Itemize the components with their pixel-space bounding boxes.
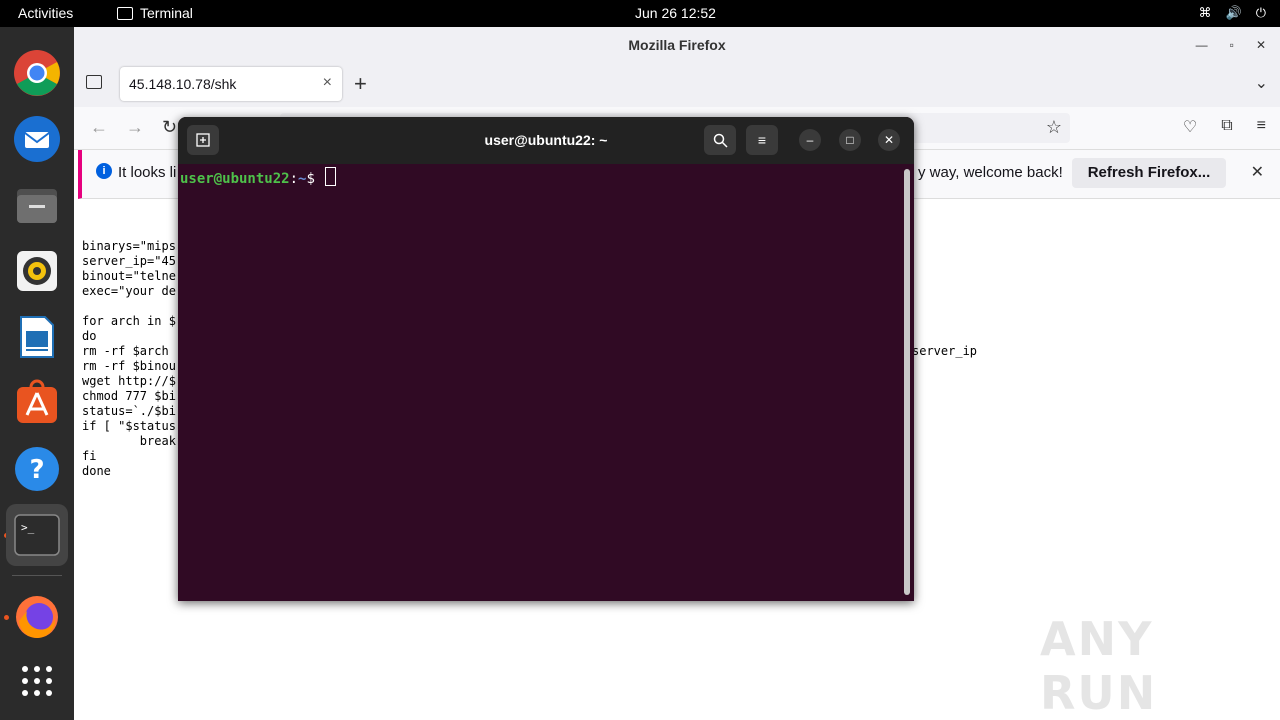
show-apps-icon[interactable] [13,657,61,705]
app-name: Terminal [140,5,193,21]
writer-icon[interactable] [13,313,61,361]
thunderbird-icon[interactable] [13,115,61,163]
script-text-tail: server_ip [912,344,978,358]
firefox-view-icon[interactable] [86,75,102,89]
help-icon[interactable]: ? [13,445,61,493]
rhythmbox-icon[interactable] [13,247,61,295]
prompt-user: user@ubuntu22 [180,171,290,187]
page-content: binarys="mips server_ip="45 binout="teln… [82,209,977,524]
close-icon[interactable]: ✕ [1256,27,1266,63]
menu-icon[interactable]: ≡ [1257,117,1266,137]
activities-button[interactable]: Activities [18,5,73,21]
maximize-icon[interactable]: ▫ [1230,27,1234,63]
dock-separator [12,575,62,576]
notice-close-icon[interactable]: ✕ [1251,162,1264,182]
volume-icon[interactable]: 🔊 [1226,5,1242,21]
back-icon[interactable]: ← [90,117,108,138]
extensions-icon[interactable]: ⧉ [1221,117,1232,137]
tab-close-icon[interactable]: × [323,74,332,92]
tab-title: 45.148.10.78/shk [129,76,237,92]
chevron-down-icon[interactable]: ⌄ [1255,73,1268,93]
anyrun-watermark: ANY RUN [1040,612,1158,720]
scrollbar[interactable] [904,169,910,595]
forward-icon[interactable]: → [126,117,144,138]
refresh-firefox-button[interactable]: Refresh Firefox... [1072,158,1226,188]
svg-text:>_: >_ [21,521,35,534]
terminal-window: user@ubuntu22: ~ ≡ – □ ✕ user@ubuntu22:~… [178,117,914,601]
terminal-icon [117,6,133,20]
hamburger-menu-icon[interactable]: ≡ [746,125,778,155]
terminal-icon[interactable]: >_ [6,504,68,566]
files-icon[interactable] [13,181,61,229]
firefox-running-indicator [4,615,9,620]
notice-text-end: y way, welcome back! [918,164,1063,181]
firefox-titlebar: Mozilla Firefox — ▫ ✕ [74,27,1280,63]
notice-text-start: It looks li [118,164,177,181]
search-icon[interactable] [704,125,736,155]
app-menu[interactable]: Terminal [117,5,193,21]
top-bar: Activities Terminal Jun 26 12:52 ⌘ 🔊 ⏻ [0,0,1280,27]
text-cursor [325,167,337,186]
firefox-icon[interactable] [13,593,61,641]
tab-strip: 45.148.10.78/shk × + ⌄ [74,63,1280,107]
minimize-icon[interactable]: — [1196,27,1208,63]
close-icon[interactable]: ✕ [878,129,900,151]
tab-active[interactable]: 45.148.10.78/shk × [120,67,342,101]
info-icon: i [96,163,112,179]
dock: ? >_ [0,27,74,720]
script-text: binarys="mips server_ip="45 binout="teln… [82,239,176,478]
prompt-symbol: $ [306,171,315,187]
network-icon[interactable]: ⌘ [1199,5,1212,21]
window-title: Mozilla Firefox [628,37,726,53]
prompt-separator: : [289,171,299,187]
bookmark-star-icon[interactable]: ☆ [1046,117,1062,138]
minimize-icon[interactable]: – [799,129,821,151]
system-tray[interactable]: ⌘ 🔊 ⏻ [1199,5,1266,21]
new-tab-icon[interactable]: + [354,71,367,97]
clock[interactable]: Jun 26 12:52 [635,5,716,21]
power-icon[interactable]: ⏻ [1256,5,1266,21]
reload-icon[interactable]: ↻ [162,117,177,138]
chrome-icon[interactable] [13,49,61,97]
app-center-icon[interactable] [13,379,61,427]
maximize-icon[interactable]: □ [839,129,861,151]
terminal-headerbar: user@ubuntu22: ~ ≡ – □ ✕ [178,117,914,164]
terminal-output[interactable]: user@ubuntu22:~$ [180,167,337,187]
pocket-icon[interactable]: ♡ [1183,117,1197,137]
svg-text:?: ? [29,455,44,485]
